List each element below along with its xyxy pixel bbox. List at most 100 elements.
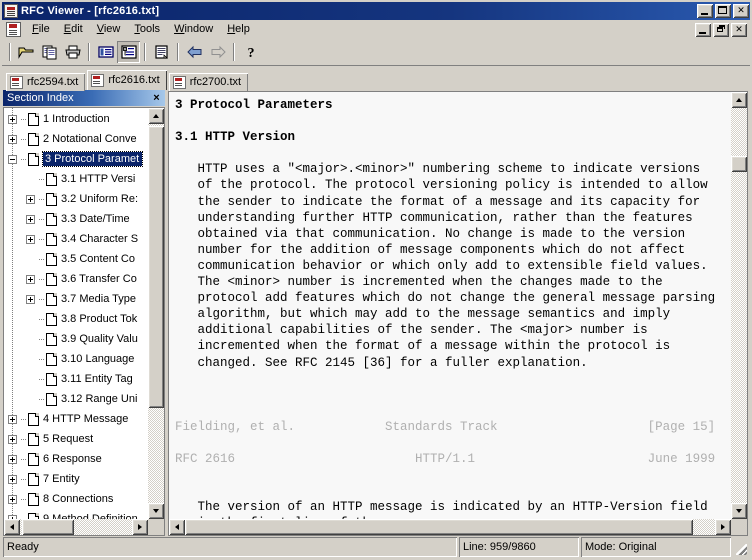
svg-text:?: ? <box>247 46 254 60</box>
copy-icon[interactable] <box>38 41 61 63</box>
tree-item-label: 3 Protocol Paramet <box>41 151 144 167</box>
expander-minus-icon[interactable] <box>8 154 17 164</box>
expander-plus-icon[interactable] <box>8 454 17 464</box>
menu-item-edit[interactable]: Edit <box>57 21 90 38</box>
scroll-down-button[interactable] <box>731 503 747 519</box>
section-page-icon <box>46 352 57 366</box>
back-arrow-icon[interactable] <box>183 41 206 63</box>
scrollbar-corner <box>731 519 747 535</box>
resize-grip[interactable] <box>733 537 749 557</box>
expander-plus-icon[interactable] <box>26 194 35 204</box>
tree-item[interactable]: 5 Request <box>4 429 148 449</box>
forward-arrow-icon[interactable] <box>206 41 229 63</box>
expander-plus-icon[interactable] <box>8 474 17 484</box>
expander-plus-icon[interactable] <box>26 214 35 224</box>
close-button[interactable]: ✕ <box>733 4 749 18</box>
tree-item[interactable]: 3.12 Range Uni <box>4 389 148 409</box>
scroll-track[interactable] <box>185 519 715 535</box>
open-folder-icon[interactable] <box>15 41 38 63</box>
scroll-track[interactable] <box>731 108 747 503</box>
menu-item-window[interactable]: Window <box>167 21 220 38</box>
tree-item[interactable]: 3.8 Product Tok <box>4 309 148 329</box>
document-horizontal-scrollbar[interactable] <box>169 519 747 535</box>
scroll-up-button[interactable] <box>731 92 747 108</box>
tree-connector <box>21 478 27 480</box>
close-icon[interactable]: × <box>150 92 163 105</box>
expander-plus-icon[interactable] <box>8 414 17 424</box>
expander-plus-icon[interactable] <box>26 274 35 284</box>
expander-plus-icon[interactable] <box>26 234 35 244</box>
section-tree-frame: 1 Introduction 2 Notational Conve 3 Protoc… <box>3 107 165 536</box>
scroll-thumb[interactable] <box>185 519 693 535</box>
help-icon[interactable]: ? <box>239 41 262 63</box>
tree-item[interactable]: 3.11 Entity Tag <box>4 369 148 389</box>
scroll-up-button[interactable] <box>148 108 164 124</box>
section-tree-inner: 1 Introduction 2 Notational Conve 3 Protoc… <box>4 108 164 519</box>
maximize-button[interactable] <box>715 4 731 18</box>
document-vertical-scrollbar[interactable] <box>731 92 747 519</box>
menu-item-view[interactable]: View <box>90 21 128 38</box>
tree-item[interactable]: 4 HTTP Message <box>4 409 148 429</box>
expander-plus-icon[interactable] <box>26 294 35 304</box>
expander-plus-icon[interactable] <box>8 434 17 444</box>
tree-connector <box>39 378 45 380</box>
mdi-minimize-button[interactable] <box>695 22 711 37</box>
tree-item[interactable]: 6 Response <box>4 449 148 469</box>
tab-rfc2700[interactable]: rfc2700.txt <box>168 73 249 91</box>
scroll-thumb[interactable] <box>22 519 74 535</box>
tree-item[interactable]: 3.3 Date/Time <box>4 209 148 229</box>
tree-item[interactable]: 3.5 Content Co <box>4 249 148 269</box>
scroll-left-button[interactable] <box>169 519 185 535</box>
tree-item[interactable]: 8 Connections <box>4 489 148 509</box>
tab-rfc2594[interactable]: rfc2594.txt <box>6 73 86 91</box>
tree-item[interactable]: 1 Introduction <box>4 109 148 129</box>
scroll-right-button[interactable] <box>715 519 731 535</box>
tree-item[interactable]: 7 Entity <box>4 469 148 489</box>
tree-connector <box>21 438 27 440</box>
expander-plus-icon[interactable] <box>8 494 17 504</box>
scroll-thumb[interactable] <box>731 156 747 172</box>
expander-plus-icon[interactable] <box>8 134 17 144</box>
section-page-icon <box>28 452 39 466</box>
tree-item[interactable]: 9 Method Definition <box>4 509 148 519</box>
section-index-panel: Section Index × 1 Introduction 2 Notation… <box>2 90 167 536</box>
menu-item-help[interactable]: Help <box>220 21 257 38</box>
tree-item[interactable]: 3.9 Quality Valu <box>4 329 148 349</box>
mdi-restore-button[interactable] <box>713 22 729 37</box>
scroll-down-button[interactable] <box>148 503 164 519</box>
tree-item[interactable]: 3.7 Media Type <box>4 289 148 309</box>
document-text[interactable]: 3 Protocol Parameters 3.1 HTTP Version H… <box>169 92 731 519</box>
scroll-track[interactable] <box>148 124 164 503</box>
scroll-thumb[interactable] <box>148 126 164 408</box>
tab-rfc2616[interactable]: rfc2616.txt <box>87 70 167 90</box>
scroll-right-button[interactable] <box>132 519 148 535</box>
toolbar-separator <box>88 43 90 61</box>
scroll-left-button[interactable] <box>4 519 20 535</box>
menu-item-file[interactable]: File <box>25 21 57 38</box>
window-title: RFC Viewer - [rfc2616.txt] <box>21 5 160 17</box>
tree-item[interactable]: 2 Notational Conve <box>4 129 148 149</box>
section-tree[interactable]: 1 Introduction 2 Notational Conve 3 Protoc… <box>4 108 148 519</box>
mdi-close-button[interactable]: ✕ <box>731 22 747 37</box>
list-view-icon[interactable] <box>94 41 117 63</box>
document-icon[interactable] <box>150 41 173 63</box>
tree-vertical-scrollbar[interactable] <box>148 108 164 519</box>
tree-horizontal-scrollbar[interactable] <box>4 519 164 535</box>
tree-view-icon[interactable] <box>117 41 140 63</box>
tree-item[interactable]: 3 Protocol Paramet <box>4 149 148 169</box>
mdi-document-icon[interactable] <box>6 22 21 37</box>
tree-item[interactable]: 3.1 HTTP Versi <box>4 169 148 189</box>
tree-item[interactable]: 3.4 Character S <box>4 229 148 249</box>
tree-item[interactable]: 3.2 Uniform Re: <box>4 189 148 209</box>
tree-item[interactable]: 3.6 Transfer Co <box>4 269 148 289</box>
document-heading: 3.1 HTTP Version <box>175 130 296 145</box>
tree-item-label: 2 Notational Conve <box>43 133 137 145</box>
print-icon[interactable] <box>61 41 84 63</box>
scroll-track[interactable] <box>20 519 132 535</box>
menu-item-tools[interactable]: Tools <box>127 21 167 38</box>
expander-plus-icon[interactable] <box>8 114 17 124</box>
tree-item[interactable]: 3.10 Language <box>4 349 148 369</box>
minimize-button[interactable] <box>697 4 713 18</box>
